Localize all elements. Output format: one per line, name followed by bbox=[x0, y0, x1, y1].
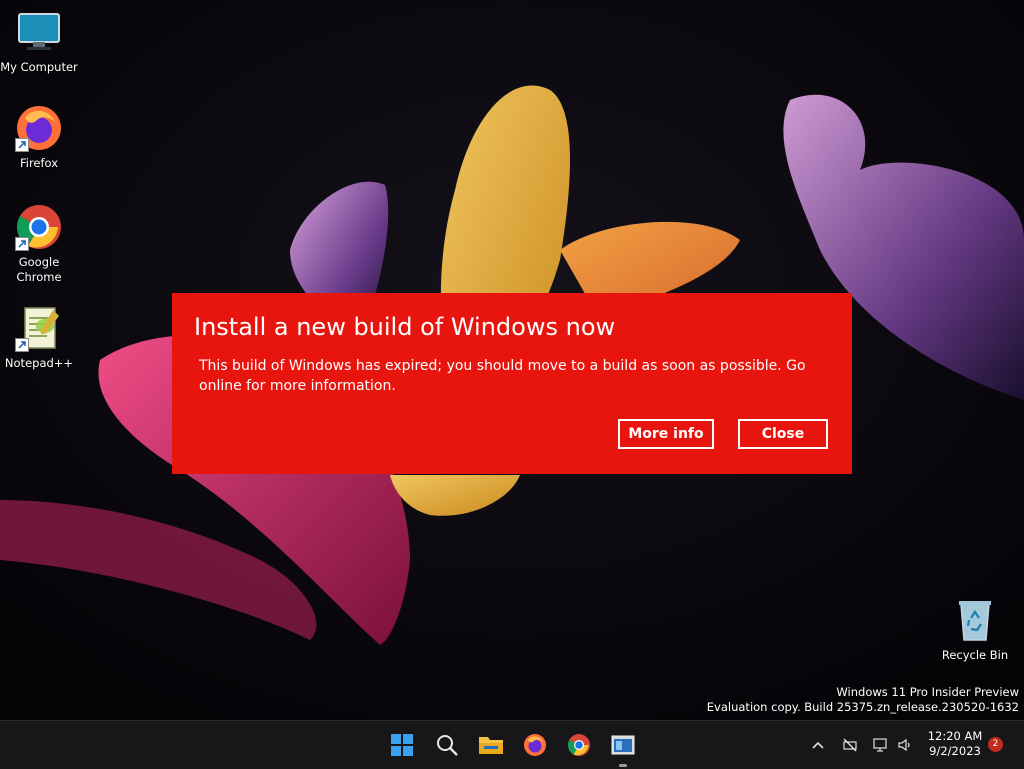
taskbar: 12:20 AM 9/2/2023 bbox=[0, 720, 1024, 769]
desktop-icon-recycle-bin[interactable]: Recycle Bin bbox=[936, 596, 1014, 663]
start-button[interactable] bbox=[386, 729, 418, 761]
monitor-icon[interactable] bbox=[873, 737, 889, 753]
evaluation-watermark: Windows 11 Pro Insider Preview Evaluatio… bbox=[707, 685, 1019, 715]
chrome-icon bbox=[15, 203, 63, 251]
desktop-icon-label: Notepad++ bbox=[4, 356, 74, 370]
desktop-icon-google-chrome[interactable]: Google Chrome bbox=[0, 203, 78, 285]
watermark-build: Evaluation copy. Build 25375.zn_release.… bbox=[706, 700, 1019, 714]
desktop-icon-label: Recycle Bin bbox=[941, 648, 1009, 662]
firefox-icon bbox=[15, 104, 63, 152]
recycle-bin-icon bbox=[951, 596, 999, 644]
desktop-icon-notepadpp[interactable]: Notepad++ bbox=[0, 304, 78, 371]
watermark-edition: Windows 11 Pro Insider Preview bbox=[836, 685, 1019, 699]
desktop-icon-my-computer[interactable]: My Computer bbox=[0, 8, 78, 75]
build-expired-dialog: Install a new build of Windows now This … bbox=[172, 293, 852, 474]
shortcut-arrow-icon bbox=[15, 237, 29, 251]
search-button[interactable] bbox=[431, 729, 463, 761]
system-clock[interactable]: 12:20 AM 9/2/2023 bbox=[920, 729, 990, 759]
notepadpp-icon bbox=[15, 304, 63, 352]
close-button[interactable]: Close bbox=[738, 419, 828, 449]
more-info-button[interactable]: More info bbox=[618, 419, 714, 449]
file-explorer-button[interactable] bbox=[475, 729, 507, 761]
running-app-taskbar-button[interactable] bbox=[607, 729, 639, 767]
dialog-message: This build of Windows has expired; you s… bbox=[199, 358, 806, 394]
shortcut-arrow-icon bbox=[15, 338, 29, 352]
desktop-icon-firefox[interactable]: Firefox bbox=[0, 104, 78, 171]
desktop-icon-label: My Computer bbox=[0, 60, 78, 74]
clock-date: 9/2/2023 bbox=[929, 744, 981, 758]
monitor-icon bbox=[15, 8, 63, 56]
window-app-icon bbox=[611, 735, 635, 755]
volume-icon[interactable] bbox=[897, 737, 913, 753]
start-icon bbox=[391, 734, 413, 756]
network-off-icon[interactable] bbox=[842, 737, 858, 753]
chevron-up-icon[interactable] bbox=[810, 737, 826, 753]
desktop-icon-label: Google Chrome bbox=[16, 255, 62, 284]
chrome-icon bbox=[568, 734, 590, 756]
file-explorer-icon bbox=[479, 737, 503, 754]
firefox-icon bbox=[524, 734, 546, 756]
chrome-taskbar-button[interactable] bbox=[563, 729, 595, 761]
search-icon bbox=[437, 735, 458, 756]
shortcut-arrow-icon bbox=[15, 138, 29, 152]
firefox-taskbar-button[interactable] bbox=[519, 729, 551, 761]
desktop-icon-label: Firefox bbox=[19, 156, 59, 170]
clock-time: 12:20 AM bbox=[927, 729, 983, 743]
notification-badge[interactable]: 2 bbox=[988, 737, 1003, 752]
dialog-title: Install a new build of Windows now bbox=[194, 313, 616, 341]
